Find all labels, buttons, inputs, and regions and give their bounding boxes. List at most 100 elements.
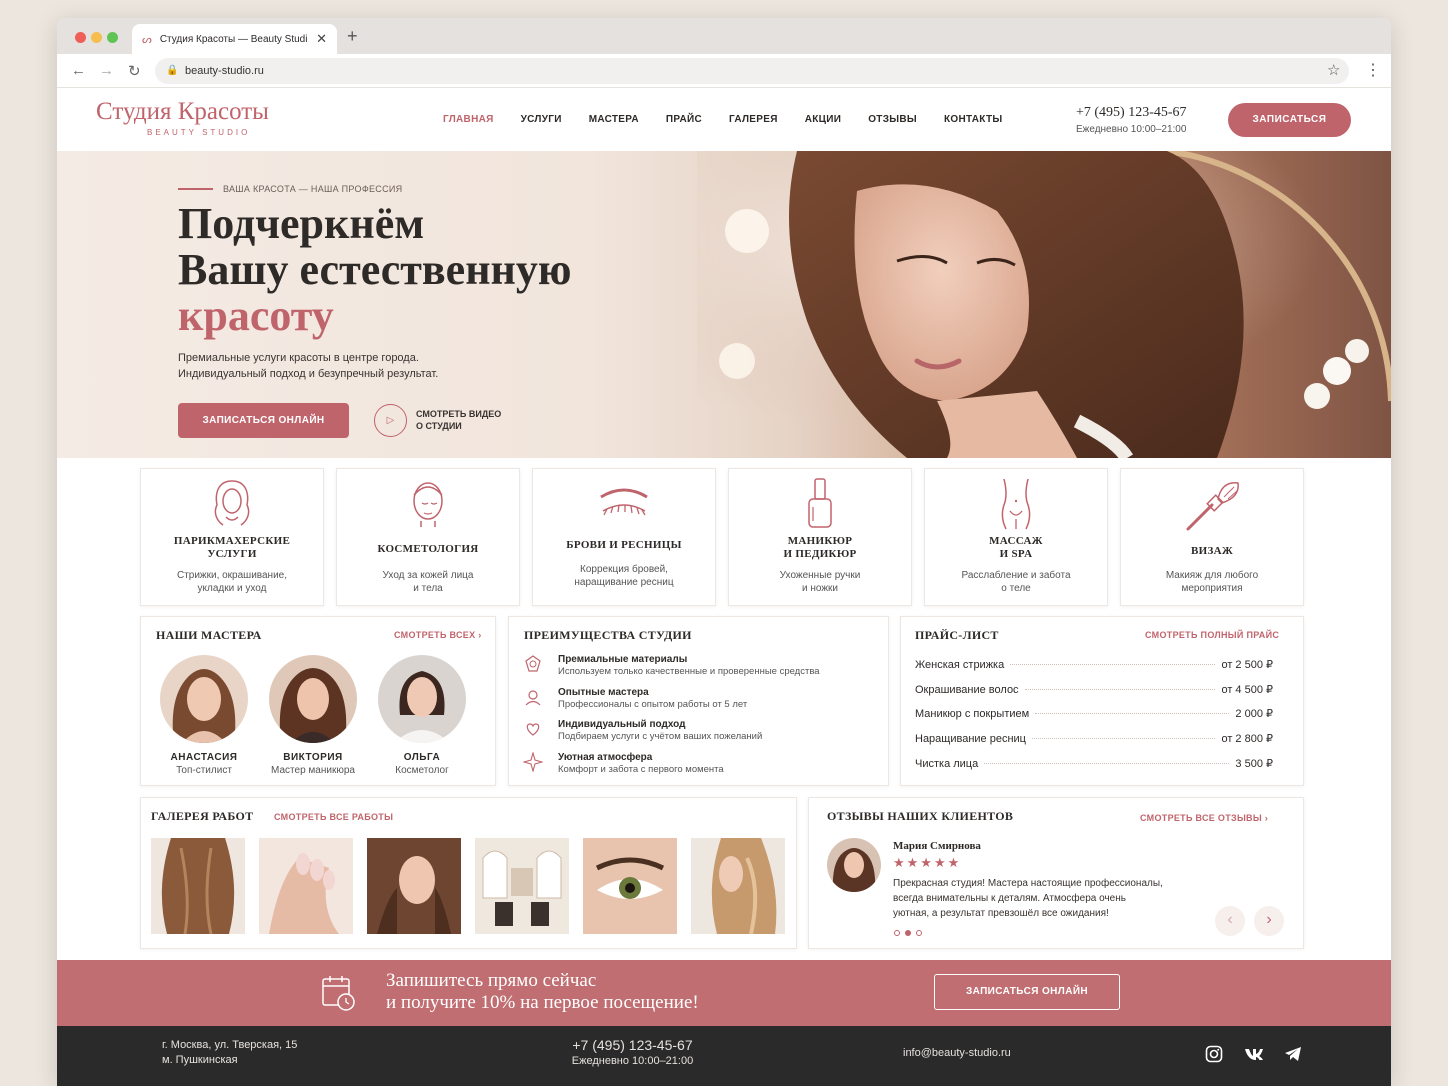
book-button[interactable]: ЗАПИСАТЬСЯ [1228, 103, 1351, 137]
see-all-works-link[interactable]: СМОТРЕТЬ ВСЕ РАБОТЫ [274, 812, 393, 822]
close-tab-icon[interactable]: ✕ [316, 31, 327, 47]
nav-contacts[interactable]: КОНТАКТЫ [944, 114, 1002, 125]
master-role: Топ-стилист [176, 765, 232, 776]
master-card[interactable]: АНАСТАСИЯ Топ-стилист [154, 655, 254, 776]
gallery-image-nails[interactable] [259, 838, 353, 934]
service-card-massage[interactable]: МАССАЖ И SPA Расслабление и забота о тел… [924, 468, 1108, 606]
eyebrow-text: ВАША КРАСОТА — НАША ПРОФЕССИЯ [223, 184, 403, 194]
gallery-image-salon[interactable] [475, 838, 569, 934]
maximize-window-button[interactable] [107, 32, 118, 43]
advantage-desc: Подбираем услуги с учётом ваших пожелани… [558, 731, 763, 742]
avatar [378, 655, 466, 743]
service-card-brows[interactable]: БРОВИ И РЕСНИЦЫ Коррекция бровей, наращи… [532, 468, 716, 606]
header-phone[interactable]: +7 (495) 123-45-67 [1076, 105, 1187, 121]
premium-materials-icon [525, 655, 541, 672]
advantage-title: Опытные мастера [558, 687, 649, 698]
reload-icon[interactable]: ↻ [128, 62, 141, 80]
nav-masters[interactable]: МАСТЕРА [589, 114, 639, 125]
calendar-clock-icon [322, 976, 355, 1011]
minimize-window-button[interactable] [91, 32, 102, 43]
logo[interactable]: Студия Красоты [96, 98, 269, 126]
hero-description-line1: Премиальные услуги красоты в центре горо… [178, 352, 419, 364]
footer-email[interactable]: info@beauty-studio.ru [903, 1046, 1011, 1061]
price-row: Окрашивание волос от 4 500 ₽ [915, 683, 1273, 696]
nav-services[interactable]: УСЛУГИ [521, 114, 562, 125]
browser-menu-icon[interactable]: ⋮ [1365, 60, 1381, 80]
lock-icon: 🔒 [166, 65, 179, 76]
advantage-desc: Используем только качественные и провере… [558, 666, 820, 677]
close-window-button[interactable] [75, 32, 86, 43]
service-card-cosmetology[interactable]: КОСМЕТОЛОГИЯ Уход за кожей лица и тела [336, 468, 520, 606]
play-video-icon[interactable]: ▷ [374, 404, 407, 437]
main-nav: ГЛАВНАЯ УСЛУГИ МАСТЕРА ПРАЙС ГАЛЕРЕЯ АКЦ… [443, 114, 1029, 125]
instagram-icon[interactable] [1205, 1045, 1223, 1063]
advantages-panel: ПРЕИМУЩЕСТВА СТУДИИ Премиальные материал… [508, 616, 889, 786]
footer: г. Москва, ул. Тверская, 15 м. Пушкинска… [57, 1026, 1391, 1086]
review-text-line3: уютная, а результат превзошёл все ожидан… [893, 908, 1109, 919]
price-service: Окрашивание волос [915, 684, 1019, 696]
master-role: Мастер маникюра [271, 765, 355, 776]
browser-tab[interactable]: ᔕ Студия Красоты — Beauty Studio ✕ [132, 24, 337, 54]
see-all-reviews-link[interactable]: СМОТРЕТЬ ВСЕ ОТЗЫВЫ › [1140, 813, 1268, 823]
hero-title-line2: Вашу естественную [178, 245, 572, 294]
eyebrow-line [178, 188, 213, 190]
hero-book-online-button[interactable]: ЗАПИСАТЬСЯ ОНЛАЙН [178, 403, 349, 438]
back-icon[interactable]: ← [71, 62, 86, 79]
pagination-dot-active[interactable] [905, 930, 911, 936]
browser-tabbar: ᔕ Студия Красоты — Beauty Studio ✕ + [57, 18, 1391, 54]
telegram-icon[interactable] [1284, 1046, 1302, 1062]
prev-review-button[interactable]: ‹ [1215, 906, 1245, 936]
review-text: Прекрасная студия! Мастера настоящие про… [893, 876, 1163, 921]
pagination-dot[interactable] [894, 930, 900, 936]
hero-description: Премиальные услуги красоты в центре горо… [178, 350, 438, 382]
service-desc: Расслабление и забота о теле [961, 570, 1071, 594]
nav-reviews[interactable]: ОТЗЫВЫ [868, 114, 917, 125]
review-pagination[interactable] [894, 930, 922, 936]
reviews-title: ОТЗЫВЫ НАШИХ КЛИЕНТОВ [827, 809, 1014, 823]
price-value: от 2 500 ₽ [1221, 659, 1273, 671]
footer-phone[interactable]: +7 (495) 123-45-67 [565, 1036, 700, 1054]
bookmark-star-icon[interactable]: ☆ [1327, 61, 1340, 79]
reviewer-avatar [827, 838, 881, 892]
price-leader [984, 763, 1230, 764]
url-field[interactable]: 🔒 beauty-studio.ru [155, 58, 1349, 84]
service-card-makeup[interactable]: ВИЗАЖ Макияж для любого мероприятия [1120, 468, 1304, 606]
nav-gallery[interactable]: ГАЛЕРЕЯ [729, 114, 778, 125]
rating-stars: ★★★★★ [893, 855, 962, 870]
full-price-link[interactable]: СМОТРЕТЬ ПОЛНЫЙ ПРАЙС [1145, 630, 1279, 640]
price-leader [1010, 664, 1216, 665]
price-value: 2 000 ₽ [1235, 708, 1273, 720]
new-tab-icon[interactable]: + [347, 26, 358, 47]
service-card-manicure[interactable]: МАНИКЮР И ПЕДИКЮР Ухоженные ручки и ножк… [728, 468, 912, 606]
footer-address: г. Москва, ул. Тверская, 15 м. Пушкинска… [162, 1038, 297, 1068]
gallery-image-waves[interactable] [691, 838, 785, 934]
cta-book-online-button[interactable]: ЗАПИСАТЬСЯ ОНЛАЙН [934, 974, 1120, 1010]
nav-promos[interactable]: АКЦИИ [805, 114, 842, 125]
advantage-title: Премиальные материалы [558, 654, 688, 665]
avatar [269, 655, 357, 743]
services-row: ПАРИКМАХЕРСКИЕ УСЛУГИ Стрижки, окрашиван… [140, 468, 1304, 606]
hair-icon [214, 480, 250, 526]
price-leader [1024, 689, 1216, 690]
see-all-masters-link[interactable]: СМОТРЕТЬ ВСЕХ › [394, 630, 482, 640]
gallery-image-eye[interactable] [583, 838, 677, 934]
master-card[interactable]: ВИКТОРИЯ Мастер маникюра [263, 655, 363, 776]
body-icon [1001, 478, 1031, 530]
nav-prices[interactable]: ПРАЙС [666, 114, 702, 125]
price-service: Чистка лица [915, 758, 979, 770]
footer-hours: Ежедневно 10:00–21:00 [571, 1055, 694, 1067]
pagination-dot[interactable] [916, 930, 922, 936]
next-review-button[interactable]: › [1254, 906, 1284, 936]
master-card[interactable]: ОЛЬГА Косметолог [372, 655, 472, 776]
review-text-line1: Прекрасная студия! Мастера настоящие про… [893, 878, 1163, 889]
watch-video-link[interactable]: СМОТРЕТЬ ВИДЕО О СТУДИИ [416, 408, 501, 432]
price-row: Женская стрижка от 2 500 ₽ [915, 658, 1273, 671]
forward-icon[interactable]: → [99, 62, 114, 79]
gallery-image-portrait[interactable] [367, 838, 461, 934]
service-card-hair[interactable]: ПАРИКМАХЕРСКИЕ УСЛУГИ Стрижки, окрашиван… [140, 468, 324, 606]
nav-home[interactable]: ГЛАВНАЯ [443, 114, 494, 125]
advantage-title: Уютная атмосфера [558, 752, 653, 763]
vk-icon[interactable] [1244, 1047, 1264, 1061]
price-panel: ПРАЙС-ЛИСТ СМОТРЕТЬ ПОЛНЫЙ ПРАЙС Женская… [900, 616, 1304, 786]
gallery-image-hair[interactable] [151, 838, 245, 934]
